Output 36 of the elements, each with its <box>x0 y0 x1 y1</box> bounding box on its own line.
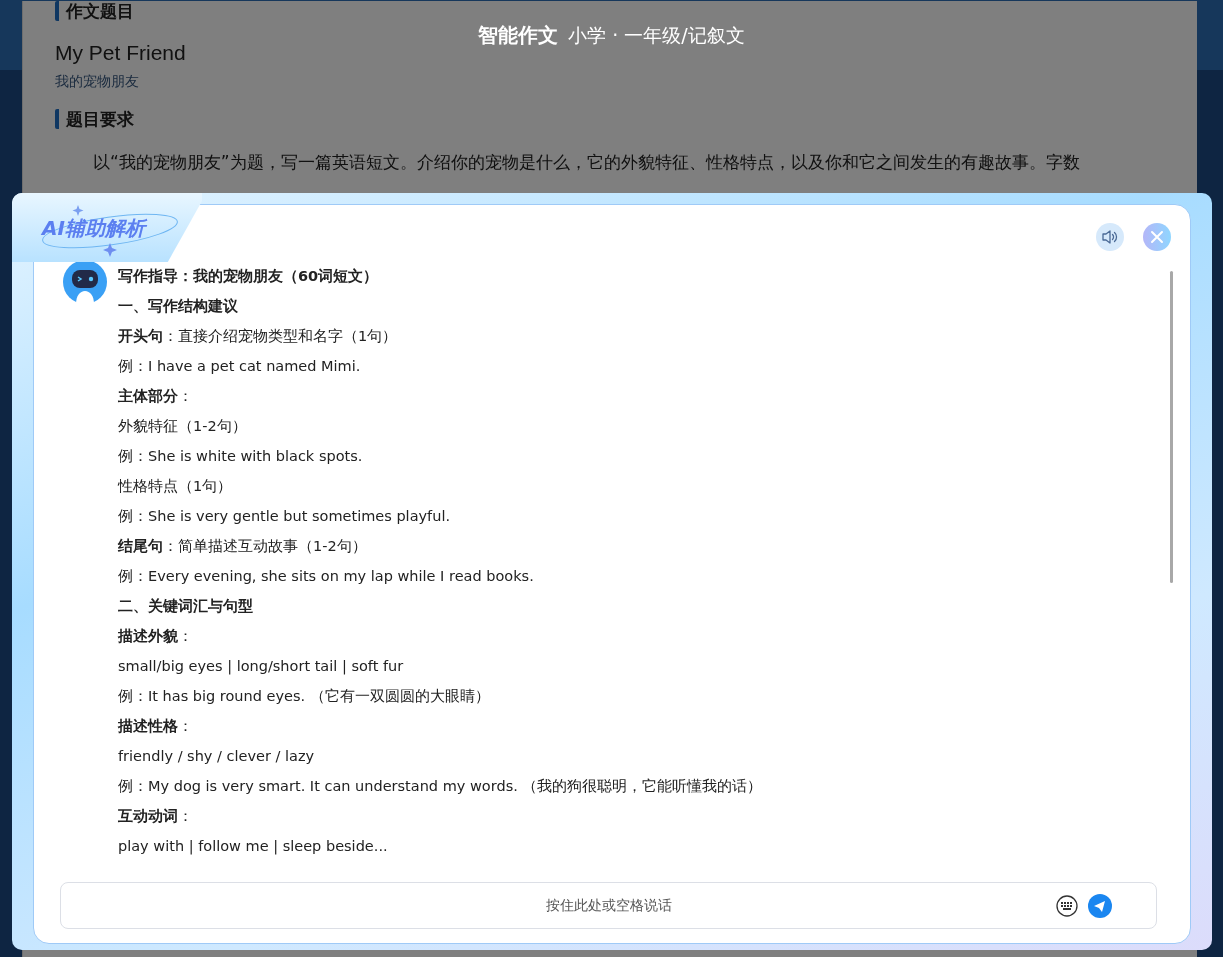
message-heading: 二、关键词汇与句型 <box>118 597 254 616</box>
message-line: 例：It has big round eyes. （它有一双圆圆的大眼睛） <box>118 687 491 706</box>
header-subtitle: 小学 · 一年级/记叙文 <box>568 23 745 48</box>
close-button[interactable] <box>1143 223 1171 251</box>
message-line: 例：I have a pet cat named Mimi. <box>118 357 362 376</box>
message-line: 互动动词： <box>118 807 194 826</box>
message-line: small/big eyes | long/short tail | soft fur <box>118 657 405 677</box>
message-line: 结尾句：简单描述互动故事（1-2句） <box>118 537 368 556</box>
section-heading: 题目要求 <box>55 109 1197 129</box>
robot-avatar-icon <box>63 260 107 304</box>
message-line: play with | follow me | sleep beside... <box>118 837 389 857</box>
close-icon <box>1150 230 1164 244</box>
requirement-paragraph: 以“我的宠物朋友”为题，写一篇英语短文。介绍你的宠物是什么，它的外貌特征、性格特点，以及你和它之间发生的有趣故事。字数 <box>92 151 1081 174</box>
message-line: 外貌特征（1-2句） <box>118 417 248 436</box>
message-line: 例：She is very gentle but sometimes playful. <box>118 507 452 526</box>
message-heading: 一、写作结构建议 <box>118 297 239 316</box>
message-line: friendly / shy / clever / lazy <box>118 747 316 766</box>
keyboard-icon[interactable] <box>1056 895 1078 917</box>
speaker-button[interactable] <box>1096 223 1124 251</box>
hold-to-talk-button[interactable]: 按住此处或空格说话 <box>61 883 1156 928</box>
message-line: 主体部分： <box>118 387 194 406</box>
header-title: 智能作文 <box>478 22 559 49</box>
message-line: 例：She is white with black spots. <box>118 447 364 466</box>
message-line: 例：Every evening, she sits on my lap while I read books. <box>118 567 535 586</box>
message-line: 例：My dog is very smart. It can understand my words. （我的狗很聪明，它能听懂我的话） <box>118 777 763 796</box>
message-line: 性格特点（1句） <box>118 477 234 496</box>
topic-title: My Pet Friend <box>55 41 187 65</box>
section-heading: 作文题目 <box>55 1 1197 21</box>
topic-translation: 我的宠物朋友 <box>55 73 140 91</box>
send-icon[interactable] <box>1088 894 1112 918</box>
speaker-icon <box>1101 228 1119 246</box>
message-line: 描述外貌： <box>118 627 194 646</box>
message-heading: 写作指导：我的宠物朋友（60词短文） <box>118 267 380 286</box>
message-line: 开头句：直接介绍宠物类型和名字（1句） <box>118 327 399 346</box>
scrollbar-thumb[interactable] <box>1170 271 1173 583</box>
message-line: 描述性格： <box>118 717 194 736</box>
